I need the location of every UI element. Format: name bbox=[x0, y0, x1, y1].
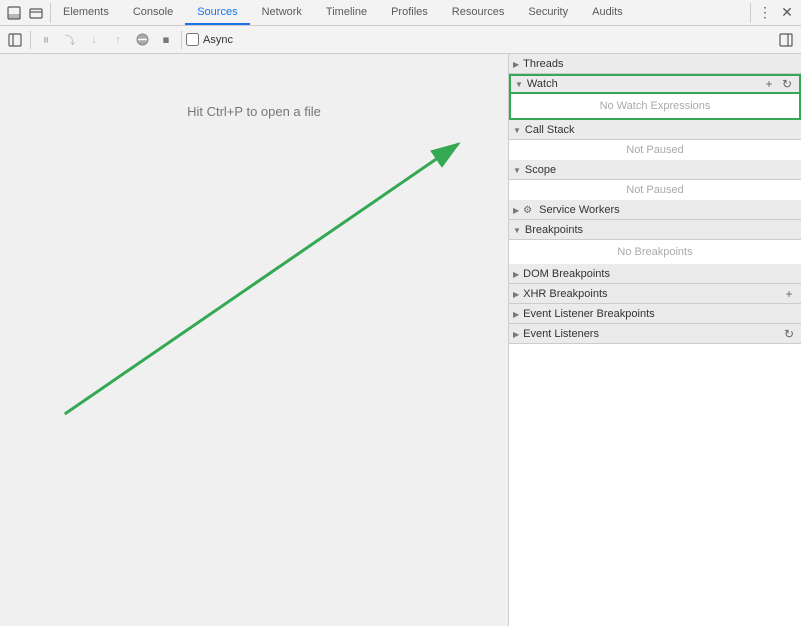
breakpoints-title: Breakpoints bbox=[525, 224, 797, 236]
arrow-decoration bbox=[0, 54, 508, 626]
tab-sources[interactable]: Sources bbox=[185, 0, 249, 25]
watch-add-button[interactable]: + bbox=[761, 76, 777, 92]
watch-section-header[interactable]: Watch + ↻ bbox=[509, 74, 801, 94]
event-listeners-section-header[interactable]: Event Listeners ↻ bbox=[509, 324, 801, 344]
scope-title: Scope bbox=[525, 164, 797, 176]
tab-resources[interactable]: Resources bbox=[440, 0, 517, 25]
sources-right-panel-toggle[interactable] bbox=[775, 29, 797, 51]
call-stack-section-header[interactable]: Call Stack bbox=[509, 120, 801, 140]
tab-audits[interactable]: Audits bbox=[580, 0, 635, 25]
xhr-breakpoints-section-header[interactable]: XHR Breakpoints + bbox=[509, 284, 801, 304]
step-into-button[interactable]: ↓ bbox=[83, 29, 105, 51]
xhr-breakpoints-actions: + bbox=[781, 286, 797, 302]
watch-actions: + ↻ bbox=[761, 76, 795, 92]
xhr-breakpoints-chevron-icon bbox=[513, 288, 519, 300]
service-workers-gear-icon bbox=[523, 204, 532, 216]
scope-content: Not Paused bbox=[509, 180, 801, 200]
open-file-hint: Hit Ctrl+P to open a file bbox=[187, 104, 321, 119]
async-label: Async bbox=[203, 34, 233, 46]
sources-left-panel-toggle[interactable] bbox=[4, 29, 26, 51]
breakpoints-content: No Breakpoints bbox=[509, 240, 801, 264]
main-tabs: Elements Console Sources Network Timelin… bbox=[51, 0, 750, 25]
watch-content: No Watch Expressions bbox=[509, 94, 801, 120]
more-options-button[interactable]: ⋮ bbox=[755, 3, 775, 23]
main-layout: Hit Ctrl+P to open a file Threads Watch … bbox=[0, 54, 801, 626]
pause-on-exceptions-button[interactable]: ⏹ bbox=[155, 29, 177, 51]
settings-icon[interactable]: ✕ bbox=[777, 3, 797, 23]
threads-chevron-icon bbox=[513, 58, 519, 70]
tab-console[interactable]: Console bbox=[121, 0, 185, 25]
sources-toolbar: ⏸ ⤵ ↓ ↑ ⏹ Async bbox=[0, 26, 801, 54]
deactivate-breakpoints-button[interactable] bbox=[131, 29, 153, 51]
scope-status: Not Paused bbox=[509, 180, 801, 200]
event-listeners-title: Event Listeners bbox=[523, 328, 777, 340]
dom-breakpoints-chevron-icon bbox=[513, 268, 519, 280]
breakpoints-chevron-icon bbox=[513, 224, 521, 236]
dock-icon[interactable] bbox=[4, 3, 24, 23]
tab-timeline[interactable]: Timeline bbox=[314, 0, 379, 25]
event-listeners-chevron-icon bbox=[513, 328, 519, 340]
step-over-button[interactable]: ⤵ bbox=[59, 29, 81, 51]
event-listener-breakpoints-chevron-icon bbox=[513, 308, 519, 320]
event-listener-breakpoints-title: Event Listener Breakpoints bbox=[523, 308, 797, 320]
scope-section-header[interactable]: Scope bbox=[509, 160, 801, 180]
service-workers-section-header[interactable]: Service Workers bbox=[509, 200, 801, 220]
devtools-tabbar: Elements Console Sources Network Timelin… bbox=[0, 0, 801, 26]
call-stack-status: Not Paused bbox=[509, 140, 801, 160]
call-stack-chevron-icon bbox=[513, 124, 521, 136]
devtools-icons-left bbox=[0, 3, 51, 23]
async-checkbox-label[interactable]: Async bbox=[186, 33, 233, 46]
event-listener-breakpoints-section-header[interactable]: Event Listener Breakpoints bbox=[509, 304, 801, 324]
async-checkbox-input[interactable] bbox=[186, 33, 199, 46]
dom-breakpoints-section-header[interactable]: DOM Breakpoints bbox=[509, 264, 801, 284]
threads-title: Threads bbox=[523, 58, 797, 70]
breakpoints-section-header[interactable]: Breakpoints bbox=[509, 220, 801, 240]
service-workers-chevron-icon bbox=[513, 204, 519, 216]
pause-button[interactable]: ⏸ bbox=[35, 29, 57, 51]
xhr-breakpoints-add-button[interactable]: + bbox=[781, 286, 797, 302]
call-stack-title: Call Stack bbox=[525, 124, 797, 136]
watch-title: Watch bbox=[527, 78, 757, 90]
separator-1 bbox=[30, 31, 31, 49]
tab-security[interactable]: Security bbox=[516, 0, 580, 25]
event-listeners-actions: ↻ bbox=[781, 326, 797, 342]
service-workers-title: Service Workers bbox=[539, 204, 797, 216]
xhr-breakpoints-title: XHR Breakpoints bbox=[523, 288, 777, 300]
dom-breakpoints-title: DOM Breakpoints bbox=[523, 268, 797, 280]
right-panel: Threads Watch + ↻ No Watch Expressions C… bbox=[509, 54, 801, 626]
threads-section-header[interactable]: Threads bbox=[509, 54, 801, 74]
undock-icon[interactable] bbox=[26, 3, 46, 23]
tab-profiles[interactable]: Profiles bbox=[379, 0, 440, 25]
event-listeners-refresh-button[interactable]: ↻ bbox=[781, 326, 797, 342]
watch-refresh-button[interactable]: ↻ bbox=[779, 76, 795, 92]
breakpoints-empty-message: No Breakpoints bbox=[509, 240, 801, 264]
tab-network[interactable]: Network bbox=[250, 0, 314, 25]
watch-chevron-icon bbox=[515, 78, 523, 90]
watch-empty-message: No Watch Expressions bbox=[511, 94, 799, 118]
scope-chevron-icon bbox=[513, 164, 521, 176]
tab-elements[interactable]: Elements bbox=[51, 0, 121, 25]
separator-2 bbox=[181, 31, 182, 49]
call-stack-content: Not Paused bbox=[509, 140, 801, 160]
left-panel: Hit Ctrl+P to open a file bbox=[0, 54, 509, 626]
step-out-button[interactable]: ↑ bbox=[107, 29, 129, 51]
toolbar-right: ⋮ ✕ bbox=[750, 3, 801, 23]
